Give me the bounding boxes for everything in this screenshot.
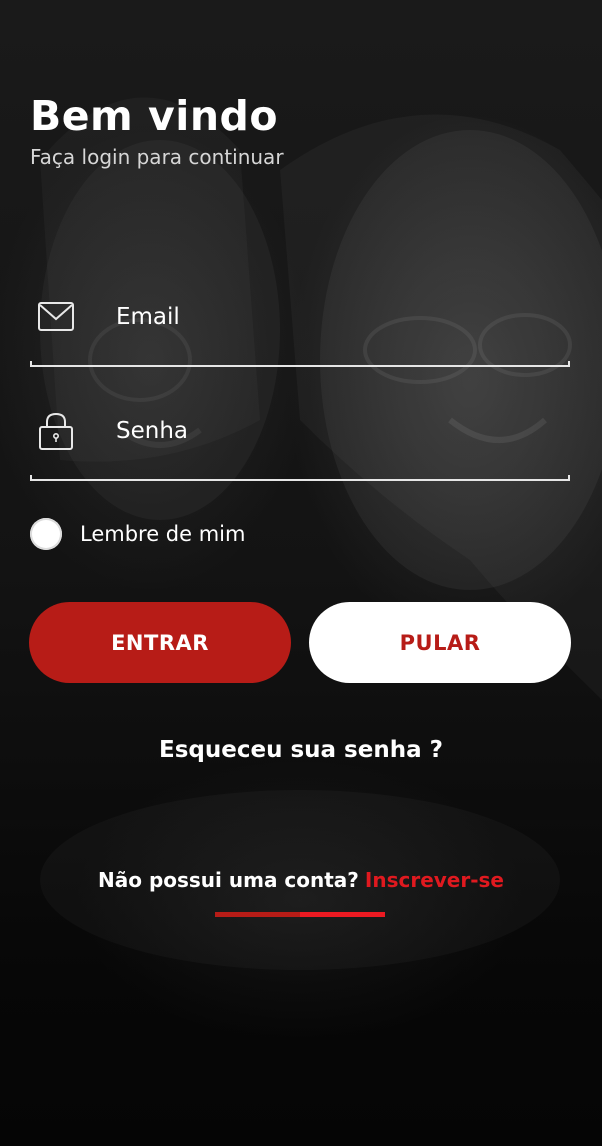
forgot-password-link[interactable]: Esqueceu sua senha ? bbox=[0, 737, 602, 763]
remember-me[interactable]: Lembre de mim bbox=[30, 517, 245, 551]
page-subtitle: Faça login para continuar bbox=[30, 145, 284, 169]
password-underline bbox=[30, 475, 570, 481]
page-title: Bem vindo bbox=[30, 92, 279, 140]
email-input[interactable] bbox=[116, 297, 536, 337]
enter-button[interactable]: ENTRAR bbox=[29, 602, 291, 683]
email-underline bbox=[30, 361, 570, 367]
skip-button[interactable]: PULAR bbox=[309, 602, 571, 683]
lock-icon bbox=[36, 411, 76, 451]
signup-link[interactable]: Inscrever-se bbox=[365, 868, 504, 892]
signup-question: Não possui uma conta? bbox=[98, 868, 359, 892]
signup-prompt: Não possui uma conta? Inscrever-se bbox=[0, 868, 602, 892]
email-field[interactable] bbox=[30, 297, 570, 367]
password-input[interactable] bbox=[116, 411, 536, 451]
signup-underline bbox=[215, 912, 385, 917]
remember-me-label: Lembre de mim bbox=[80, 522, 246, 546]
mail-icon bbox=[36, 297, 76, 337]
login-screen: Bem vindo Faça login para continuar Lemb bbox=[0, 0, 602, 1146]
background-photo bbox=[40, 130, 602, 590]
password-field[interactable] bbox=[30, 411, 570, 481]
remember-me-radio[interactable] bbox=[30, 518, 62, 550]
